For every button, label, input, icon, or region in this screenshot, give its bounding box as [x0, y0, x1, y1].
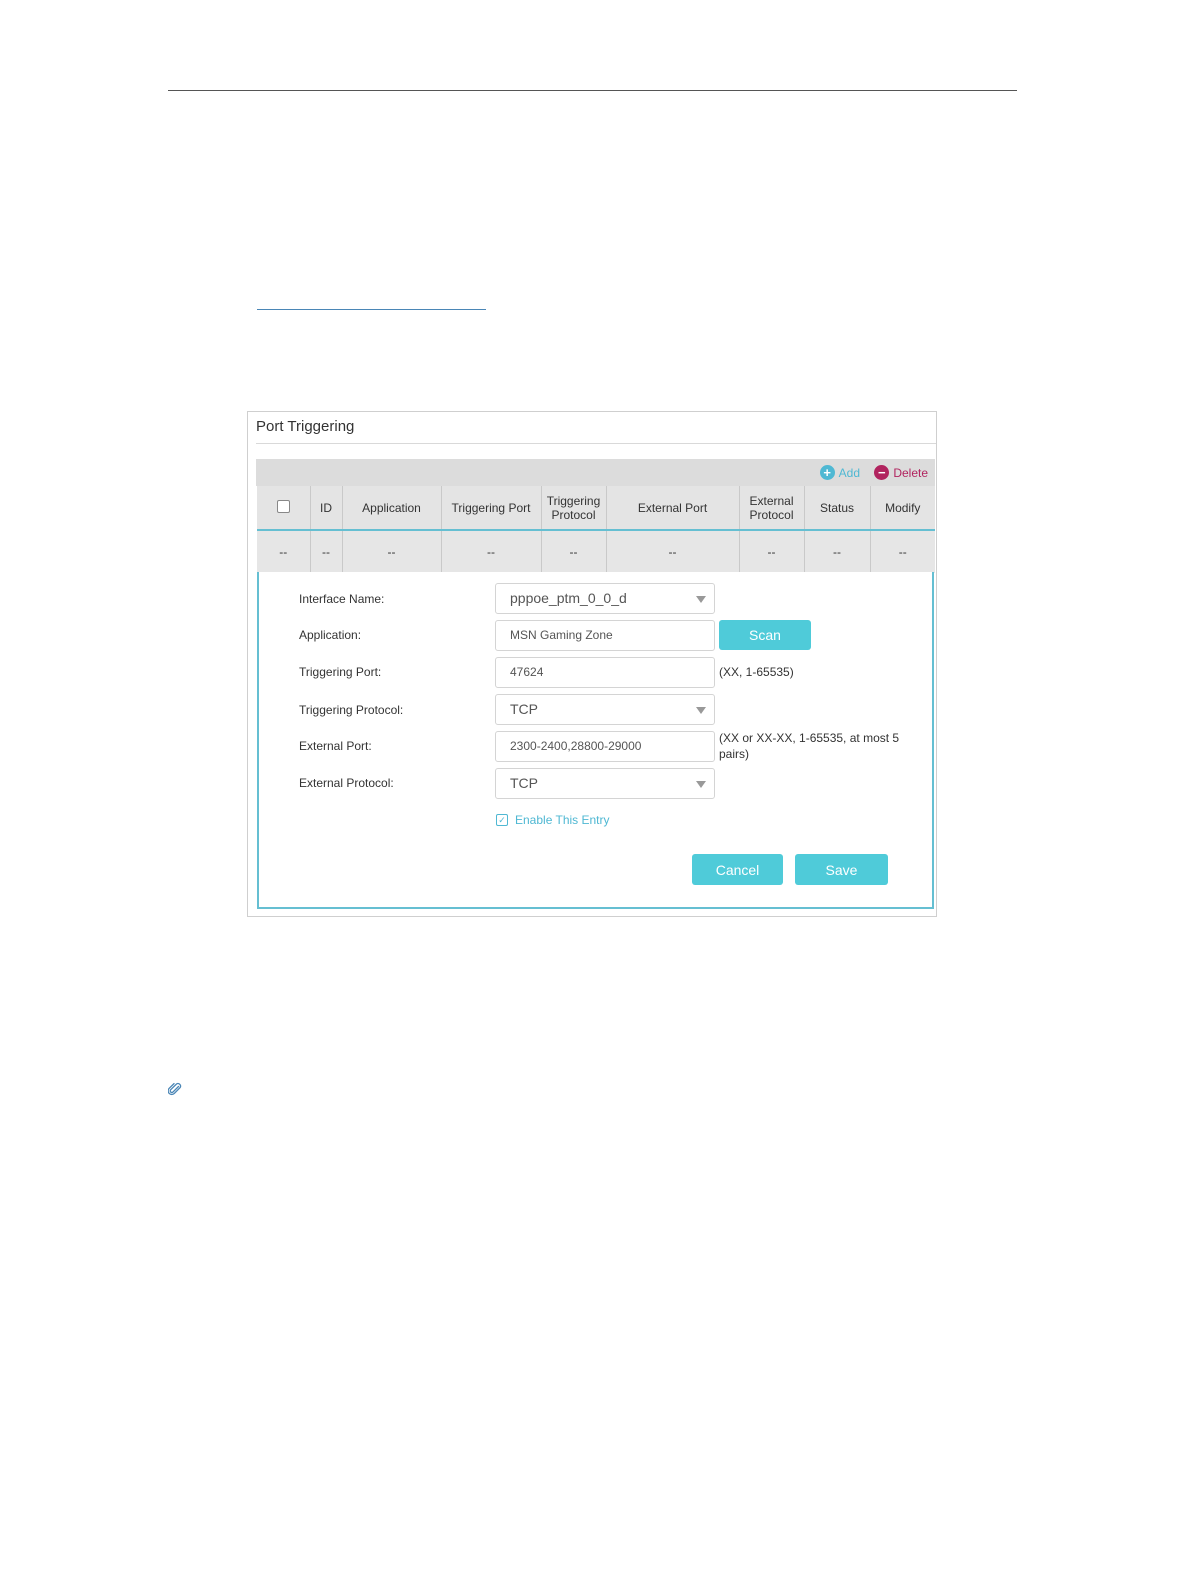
col-status: Status — [804, 486, 871, 530]
enable-entry-label: Enable This Entry — [515, 813, 610, 827]
col-triggering-protocol: Triggering Protocol — [541, 486, 607, 530]
col-id: ID — [310, 486, 343, 530]
application-label: Application: — [299, 628, 362, 642]
link-underline — [257, 309, 486, 310]
chevron-down-icon — [696, 596, 706, 603]
checkbox-icon: ✓ — [496, 814, 508, 826]
triggering-protocol-value: TCP — [510, 701, 538, 717]
table-cell: -- — [441, 529, 542, 573]
page-top-rule — [168, 90, 1017, 91]
table-cell: -- — [310, 529, 343, 573]
interface-name-value: pppoe_ptm_0_0_d — [510, 590, 627, 606]
minus-circle-icon: − — [874, 465, 890, 480]
table-cell: -- — [257, 529, 311, 573]
external-port-input[interactable]: 2300-2400,28800-29000 — [495, 731, 715, 762]
table-header-row: ID Application Triggering Port Triggerin… — [257, 486, 935, 530]
table-cell: -- — [541, 529, 607, 573]
col-external-protocol: External Protocol — [739, 486, 805, 530]
table-toolbar: + Add − Delete — [256, 459, 935, 486]
interface-name-label: Interface Name: — [299, 592, 385, 606]
table-cell: -- — [804, 529, 871, 573]
table-cell: -- — [739, 529, 805, 573]
triggering-port-label: Triggering Port: — [299, 665, 382, 679]
panel-title: Port Triggering — [256, 418, 355, 435]
paperclip-icon — [167, 1082, 182, 1101]
port-triggering-panel: Port Triggering + Add − Delete ID Applic… — [247, 411, 937, 917]
application-input[interactable]: MSN Gaming Zone — [495, 620, 715, 651]
table-cell: -- — [342, 529, 442, 573]
delete-button[interactable]: − Delete — [874, 465, 928, 480]
external-protocol-value: TCP — [510, 775, 538, 791]
triggering-protocol-label: Triggering Protocol: — [299, 703, 404, 717]
interface-name-select[interactable]: pppoe_ptm_0_0_d — [495, 583, 715, 614]
col-modify: Modify — [870, 486, 935, 530]
select-all-checkbox[interactable] — [276, 499, 290, 513]
triggering-protocol-select[interactable]: TCP — [495, 694, 715, 725]
chevron-down-icon — [696, 781, 706, 788]
save-button[interactable]: Save — [795, 854, 888, 885]
table-cell: -- — [870, 529, 935, 573]
add-button[interactable]: + Add — [819, 465, 860, 480]
scan-button[interactable]: Scan — [719, 620, 811, 650]
external-port-hint: (XX or XX-XX, 1-65535, at most 5 pairs) — [719, 731, 900, 761]
col-triggering-port: Triggering Port — [441, 486, 542, 530]
plus-circle-icon: + — [819, 465, 835, 480]
triggering-port-input[interactable]: 47624 — [495, 657, 715, 688]
table-cell: -- — [606, 529, 740, 573]
entry-editor: Interface Name: pppoe_ptm_0_0_d Applicat… — [257, 572, 934, 909]
add-label: Add — [838, 465, 860, 480]
col-application: Application — [342, 486, 442, 530]
enable-entry-checkbox[interactable]: ✓ Enable This Entry — [496, 813, 610, 827]
select-all-cell[interactable] — [257, 486, 311, 530]
panel-title-divider — [256, 443, 936, 444]
triggering-port-hint: (XX, 1-65535) — [719, 665, 794, 679]
table-row: -- -- -- -- -- -- -- -- -- — [257, 529, 935, 573]
delete-label: Delete — [893, 465, 928, 480]
external-protocol-label: External Protocol: — [299, 776, 394, 790]
external-protocol-select[interactable]: TCP — [495, 768, 715, 799]
chevron-down-icon — [696, 707, 706, 714]
port-triggering-table: ID Application Triggering Port Triggerin… — [257, 486, 935, 573]
external-port-label: External Port: — [299, 739, 372, 753]
cancel-button[interactable]: Cancel — [692, 854, 783, 885]
col-external-port: External Port — [606, 486, 740, 530]
